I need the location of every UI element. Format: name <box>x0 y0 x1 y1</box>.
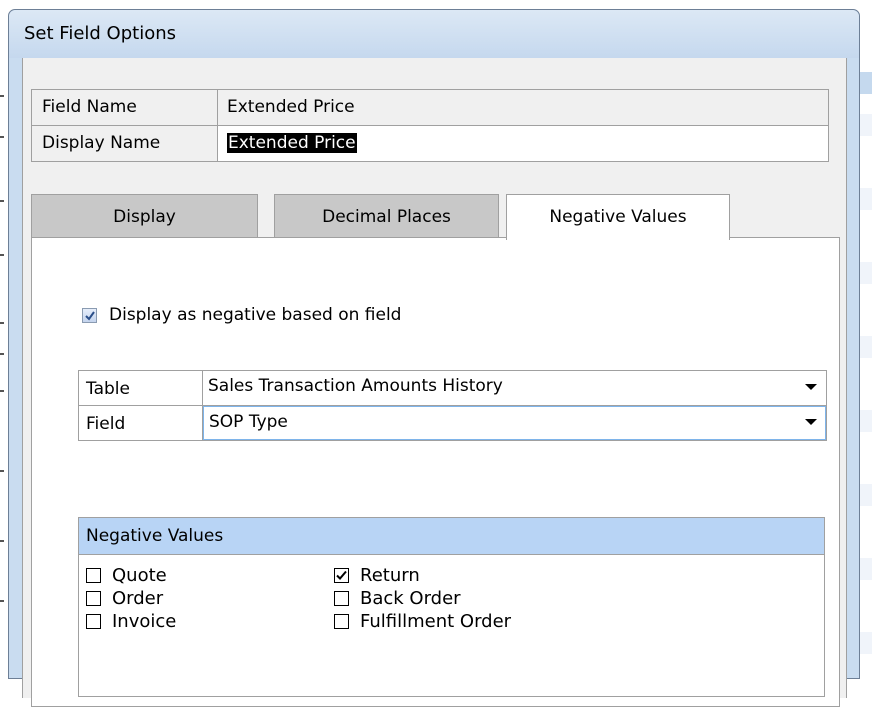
field-dropdown-value: SOP Type <box>209 412 288 432</box>
negative-values-group: Negative Values Quote Order Invoice Retu… <box>78 517 825 697</box>
option-back-order[interactable]: Back Order <box>334 588 461 609</box>
tab-negative-values[interactable]: Negative Values <box>506 194 730 240</box>
display-as-negative-option[interactable]: Display as negative based on field <box>82 305 401 325</box>
dialog-title: Set Field Options <box>24 23 176 44</box>
display-name-input[interactable]: Extended Price <box>218 126 828 161</box>
field-name-grid: Field Name Extended Price Display Name E… <box>31 89 829 162</box>
fulfillment-order-label: Fulfillment Order <box>360 611 512 632</box>
dialog-client-area: Field Name Extended Price Display Name E… <box>22 58 847 707</box>
invoice-checkbox[interactable] <box>86 614 101 629</box>
checkmark-icon <box>85 310 95 321</box>
fulfillment-order-checkbox[interactable] <box>334 614 349 629</box>
quote-checkbox[interactable] <box>86 568 101 583</box>
negative-values-group-header: Negative Values <box>79 518 824 555</box>
option-order[interactable]: Order <box>86 588 163 609</box>
field-dropdown[interactable]: SOP Type <box>203 406 826 440</box>
order-label: Order <box>112 588 164 609</box>
set-field-options-dialog: Set Field Options Field Name Extended Pr… <box>8 9 860 707</box>
option-quote[interactable]: Quote <box>86 565 167 586</box>
table-dropdown[interactable]: Sales Transaction Amounts History <box>203 371 826 405</box>
field-name-label: Field Name <box>32 90 218 125</box>
return-checkbox[interactable] <box>334 568 349 583</box>
option-invoice[interactable]: Invoice <box>86 611 176 632</box>
option-fulfillment-order[interactable]: Fulfillment Order <box>334 611 511 632</box>
return-label: Return <box>360 565 420 586</box>
tab-decimal-places[interactable]: Decimal Places <box>274 194 499 238</box>
display-as-negative-label: Display as negative based on field <box>109 305 402 325</box>
display-name-selected-text: Extended Price <box>227 133 357 153</box>
field-name-row: Field Name Extended Price <box>32 90 828 125</box>
field-row: Field SOP Type <box>79 405 826 440</box>
table-field-grid: Table Sales Transaction Amounts History … <box>78 370 827 441</box>
quote-label: Quote <box>112 565 167 586</box>
display-name-label: Display Name <box>32 126 218 161</box>
table-dropdown-value: Sales Transaction Amounts History <box>208 376 503 396</box>
options-tabs: Display Decimal Places Negative Values <box>31 194 831 240</box>
back-order-label: Back Order <box>360 588 461 609</box>
dialog-title-bar[interactable]: Set Field Options <box>9 10 859 58</box>
negative-values-panel: Display as negative based on field Table… <box>31 237 840 707</box>
invoice-label: Invoice <box>112 611 177 632</box>
chevron-down-icon[interactable] <box>805 384 817 390</box>
option-return[interactable]: Return <box>334 565 420 586</box>
field-name-value: Extended Price <box>227 97 355 117</box>
chevron-down-icon[interactable] <box>805 419 817 425</box>
field-label: Field <box>79 406 203 440</box>
back-order-checkbox[interactable] <box>334 591 349 606</box>
tab-display[interactable]: Display <box>31 194 258 238</box>
background-window-right-edge <box>858 0 872 671</box>
display-as-negative-checkbox[interactable] <box>82 307 97 323</box>
table-label: Table <box>79 371 203 405</box>
display-name-row: Display Name Extended Price <box>32 125 828 161</box>
table-row: Table Sales Transaction Amounts History <box>79 371 826 405</box>
checkmark-icon <box>336 570 347 580</box>
order-checkbox[interactable] <box>86 591 101 606</box>
